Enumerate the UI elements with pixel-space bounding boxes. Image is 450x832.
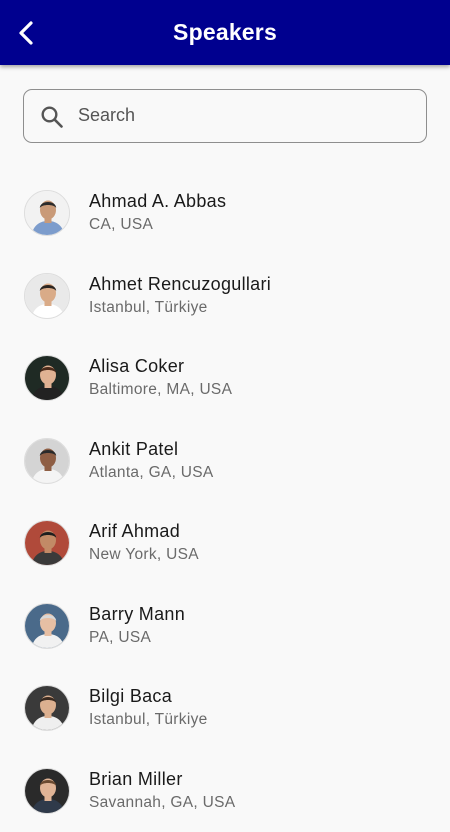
speaker-location: Savannah, GA, USA (89, 794, 235, 812)
speaker-list: Ahmad A. Abbas CA, USA Ahmet Rencuzogullar… (0, 172, 450, 832)
search-icon (40, 105, 64, 129)
speaker-list-item[interactable]: Ahmad A. Abbas CA, USA (0, 172, 450, 255)
speaker-list-item[interactable]: Alisa Coker Baltimore, MA, USA (0, 337, 450, 420)
speaker-location: CA, USA (89, 216, 153, 234)
speaker-location: Istanbul, Türkiye (89, 299, 208, 317)
speaker-location: Baltimore, MA, USA (89, 381, 232, 399)
speaker-name: Arif Ahmad (89, 521, 180, 542)
speaker-list-item[interactable]: Arif Ahmad New York, USA (0, 502, 450, 585)
back-button[interactable] (10, 14, 44, 52)
avatar (24, 685, 70, 731)
speaker-name: Brian Miller (89, 769, 183, 790)
avatar (24, 190, 70, 236)
speaker-location: Istanbul, Türkiye (89, 711, 208, 729)
speaker-list-item[interactable]: Barry Mann PA, USA (0, 585, 450, 668)
app-bar: Speakers (0, 0, 450, 65)
avatar (24, 273, 70, 319)
speaker-location: PA, USA (89, 629, 151, 647)
speaker-list-item[interactable]: Ankit Patel Atlanta, GA, USA (0, 420, 450, 503)
speaker-location: New York, USA (89, 546, 199, 564)
avatar (24, 768, 70, 814)
speaker-list-item[interactable]: Ahmet Rencuzogullari Istanbul, Türkiye (0, 255, 450, 338)
avatar (24, 603, 70, 649)
search-field[interactable] (23, 89, 427, 143)
speaker-location: Atlanta, GA, USA (89, 464, 214, 482)
speaker-name: Ahmet Rencuzogullari (89, 274, 271, 295)
speaker-list-item[interactable]: Brian Miller Savannah, GA, USA (0, 750, 450, 832)
speaker-name: Bilgi Baca (89, 686, 172, 707)
page-title: Speakers (0, 0, 450, 65)
chevron-left-icon (16, 20, 38, 46)
avatar (24, 355, 70, 401)
speaker-name: Ahmad A. Abbas (89, 191, 226, 212)
avatar (24, 438, 70, 484)
search-input[interactable] (78, 90, 418, 141)
speaker-name: Ankit Patel (89, 439, 178, 460)
speaker-name: Barry Mann (89, 604, 185, 625)
speaker-name: Alisa Coker (89, 356, 184, 377)
speaker-list-item[interactable]: Bilgi Baca Istanbul, Türkiye (0, 667, 450, 750)
avatar (24, 520, 70, 566)
